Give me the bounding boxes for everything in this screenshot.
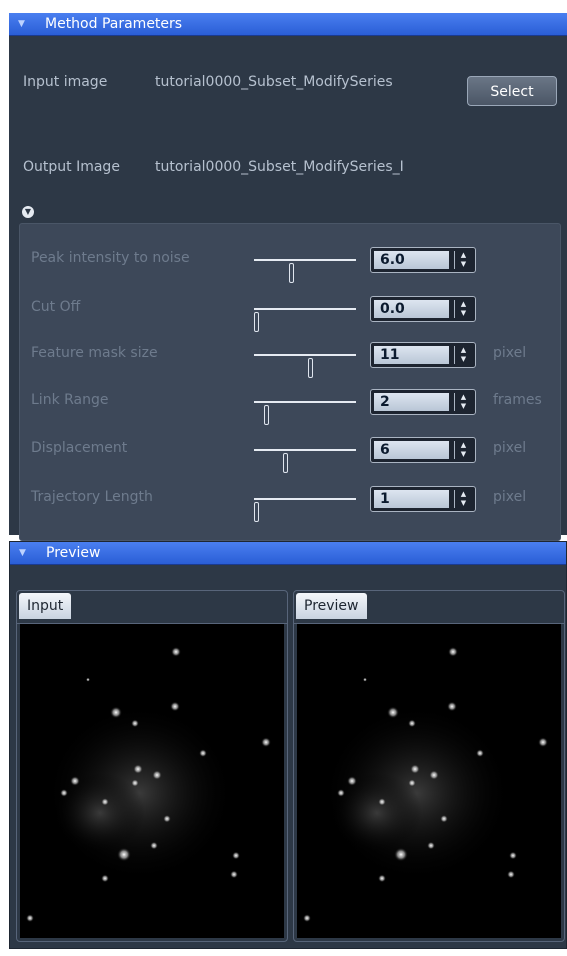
preview-title: Preview — [46, 545, 101, 561]
spinbox-arrows-icon[interactable]: ▲ ▼ — [454, 346, 472, 364]
slider-thumb[interactable] — [254, 502, 259, 522]
spinbox[interactable]: 6.0 ▲ ▼ — [370, 247, 476, 273]
input-image-value: tutorial0000_Subset_ModifySeries — [155, 74, 393, 90]
slider-track[interactable] — [254, 498, 356, 522]
input-image-label: Input image — [23, 74, 108, 90]
tab-preview[interactable]: Preview — [296, 593, 367, 619]
method-parameters-panel: ▼ Method Parameters Input image tutorial… — [9, 13, 567, 541]
select-button[interactable]: Select — [467, 76, 557, 106]
param-row-feature-mask-size: Feature mask size 11 ▲ ▼ pixel — [20, 341, 560, 378]
tab-input[interactable]: Input — [19, 593, 72, 619]
slider-track[interactable] — [254, 449, 356, 473]
param-label: Displacement — [31, 440, 128, 456]
param-row-displacement: Displacement 6 ▲ ▼ pixel — [20, 436, 560, 473]
output-image-value: tutorial0000_Subset_ModifySeries_I — [155, 159, 404, 175]
spinbox-arrows-icon[interactable]: ▲ ▼ — [454, 300, 472, 318]
input-tab-bar: Input — [17, 591, 287, 624]
slider-track[interactable] — [254, 259, 356, 283]
method-parameters-header[interactable]: ▼ Method Parameters — [9, 13, 567, 36]
param-unit: pixel — [493, 440, 527, 456]
slider-thumb[interactable] — [308, 358, 313, 378]
param-label: Trajectory Length — [31, 489, 153, 505]
param-unit: frames — [493, 392, 542, 408]
spinbox-arrows-icon[interactable]: ▲ ▼ — [454, 251, 472, 269]
param-row-cut-off: Cut Off 0.0 ▲ ▼ — [20, 295, 560, 332]
input-image-pane: Input — [16, 590, 288, 942]
slider-thumb[interactable] — [289, 263, 294, 283]
spinbox-arrows-icon[interactable]: ▲ ▼ — [454, 441, 472, 459]
slider-thumb[interactable] — [283, 453, 288, 473]
preview-image-view — [297, 624, 561, 938]
param-row-peak-intensity: Peak intensity to noise 6.0 ▲ ▼ — [20, 246, 560, 283]
spinbox-arrows-icon[interactable]: ▲ ▼ — [454, 490, 472, 508]
slider-track[interactable] — [254, 308, 356, 332]
preview-panel: ▼ Preview Input Preview — [9, 541, 567, 949]
spinbox-value[interactable]: 11 — [374, 346, 449, 364]
spinbox[interactable]: 11 ▲ ▼ — [370, 342, 476, 368]
param-unit: pixel — [493, 489, 527, 505]
collapse-triangle-icon[interactable]: ▼ — [18, 13, 25, 35]
slider-thumb[interactable] — [264, 405, 269, 425]
collapse-triangle-icon[interactable]: ▼ — [19, 542, 26, 564]
spinbox[interactable]: 6 ▲ ▼ — [370, 437, 476, 463]
spinbox-value[interactable]: 2 — [374, 393, 449, 411]
method-parameters-title: Method Parameters — [45, 16, 183, 32]
preview-image-pane: Preview — [293, 590, 565, 942]
input-microscopy-image — [20, 624, 284, 938]
param-label: Peak intensity to noise — [31, 250, 190, 266]
param-label: Link Range — [31, 392, 109, 408]
param-row-trajectory-length: Trajectory Length 1 ▲ ▼ pixel — [20, 485, 560, 522]
slider-track[interactable] — [254, 401, 356, 425]
spinbox-value[interactable]: 1 — [374, 490, 449, 508]
spinbox[interactable]: 0.0 ▲ ▼ — [370, 296, 476, 322]
spinbox-value[interactable]: 0.0 — [374, 300, 449, 318]
spinbox-value[interactable]: 6 — [374, 441, 449, 459]
spinbox-arrows-icon[interactable]: ▲ ▼ — [454, 393, 472, 411]
output-image-label: Output Image — [23, 159, 120, 175]
expand-collapse-icon[interactable]: ▼ — [22, 206, 34, 218]
preview-tab-bar: Preview — [294, 591, 564, 624]
spinbox[interactable]: 1 ▲ ▼ — [370, 486, 476, 512]
param-row-link-range: Link Range 2 ▲ ▼ frames — [20, 388, 560, 425]
spinbox-value[interactable]: 6.0 — [374, 251, 449, 269]
slider-track[interactable] — [254, 354, 356, 378]
spinbox[interactable]: 2 ▲ ▼ — [370, 389, 476, 415]
preview-microscopy-image — [297, 624, 561, 938]
param-label: Cut Off — [31, 299, 81, 315]
input-image-view — [20, 624, 284, 938]
parameters-group: Peak intensity to noise 6.0 ▲ ▼ Cut Off 0.… — [19, 223, 561, 541]
preview-header[interactable]: ▼ Preview — [10, 542, 566, 565]
slider-thumb[interactable] — [254, 312, 259, 332]
param-unit: pixel — [493, 345, 527, 361]
param-label: Feature mask size — [31, 345, 158, 361]
